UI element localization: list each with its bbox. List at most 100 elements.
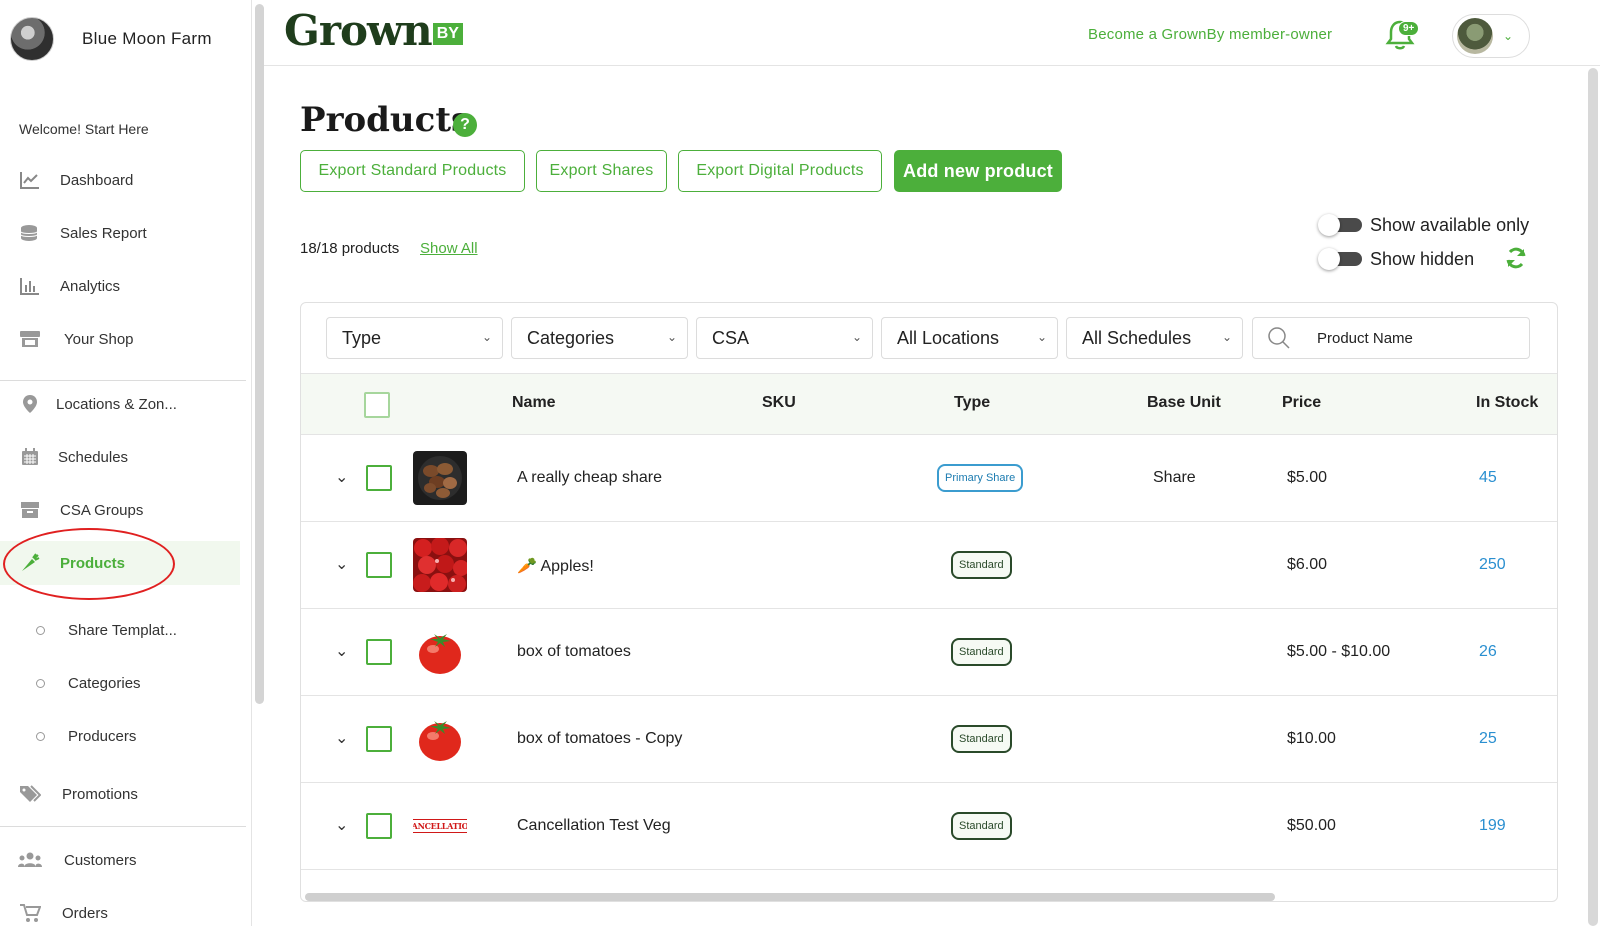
row-checkbox[interactable] (366, 726, 392, 752)
expand-chevron-icon[interactable]: ⌄ (335, 467, 348, 487)
product-image-cancelled-stamp: ANCELLATIO (413, 799, 467, 853)
sidebar-subitem-producers[interactable]: Producers (0, 716, 240, 756)
sidebar-scrollbar[interactable] (255, 4, 264, 704)
product-search[interactable]: Product Name (1252, 317, 1530, 359)
sidebar: Blue Moon Farm Welcome! Start Here Dashb… (0, 0, 252, 926)
in-stock[interactable]: 25 (1479, 730, 1497, 748)
logo-by: BY (432, 23, 463, 45)
expand-chevron-icon[interactable]: ⌄ (335, 641, 348, 661)
sidebar-item-label: Schedules (58, 448, 129, 466)
add-product-button[interactable]: Add new product (894, 150, 1062, 192)
in-stock[interactable]: 250 (1479, 556, 1506, 574)
price: $5.00 (1287, 469, 1328, 486)
sidebar-item-label: Locations & Zon... (56, 395, 177, 413)
in-stock[interactable]: 199 (1479, 817, 1506, 835)
row-checkbox[interactable] (366, 465, 392, 491)
product-name[interactable]: box of tomatoes - Copy (517, 730, 682, 748)
table-row[interactable]: ⌄ box of tomatoes - Copy Standard $10.00… (301, 696, 1557, 783)
select-all-checkbox[interactable] (364, 392, 390, 418)
column-header-in-stock[interactable]: In Stock (1476, 394, 1538, 412)
chevron-down-icon: ⌄ (481, 330, 492, 344)
sidebar-item-orders[interactable]: Orders (0, 891, 240, 926)
in-stock[interactable]: 26 (1479, 643, 1497, 661)
carrot-emoji-icon: 🥕 (517, 558, 537, 575)
row-checkbox[interactable] (366, 639, 392, 665)
notification-badge: 9+ (1398, 21, 1420, 36)
column-header-price[interactable]: Price (1282, 394, 1321, 412)
sidebar-item-csa-groups[interactable]: CSA Groups (0, 488, 240, 532)
categories-filter[interactable]: Categories ⌄ (511, 317, 688, 359)
table-row[interactable]: ⌄ 🥕 Apples! Standard $6.00 250 (301, 522, 1557, 609)
column-header-base-unit[interactable]: Base Unit (1147, 394, 1221, 412)
type-filter[interactable]: Type ⌄ (326, 317, 503, 359)
bullet-icon (36, 678, 45, 688)
sidebar-item-locations[interactable]: Locations & Zon... (0, 382, 240, 426)
sidebar-item-sales-report[interactable]: Sales Report (0, 211, 240, 255)
column-header-sku[interactable]: SKU (762, 394, 796, 412)
table-row[interactable]: ⌄ A really cheap share Primary Share Sha… (301, 435, 1557, 522)
in-stock[interactable]: 45 (1479, 469, 1497, 487)
stamp-text: ANCELLATIO (413, 819, 467, 833)
sidebar-item-promotions[interactable]: Promotions (0, 772, 240, 816)
product-name[interactable]: A really cheap share (517, 469, 662, 487)
bullet-icon (36, 731, 45, 741)
user-menu[interactable]: ⌄ (1452, 14, 1530, 58)
expand-chevron-icon[interactable]: ⌄ (335, 815, 348, 835)
expand-chevron-icon[interactable]: ⌄ (335, 554, 348, 574)
table-row[interactable]: ⌄ box of tomatoes Standard $5.00 - $10.0… (301, 609, 1557, 696)
export-digital-button[interactable]: Export Digital Products (678, 150, 882, 192)
price: $10.00 (1287, 730, 1336, 747)
grownby-logo[interactable]: Grown BY (284, 6, 463, 55)
export-standard-button[interactable]: Export Standard Products (300, 150, 525, 192)
sidebar-item-welcome[interactable]: Welcome! Start Here (19, 121, 149, 137)
horizontal-scrollbar[interactable] (305, 893, 1275, 901)
refresh-icon[interactable] (1504, 246, 1528, 270)
csa-filter[interactable]: CSA ⌄ (696, 317, 873, 359)
search-icon (1267, 326, 1291, 350)
show-all-link[interactable]: Show All (420, 240, 478, 257)
table-row[interactable]: ⌄ ANCELLATIO Cancellation Test Veg Stand… (301, 783, 1557, 870)
expand-chevron-icon[interactable]: ⌄ (335, 728, 348, 748)
sidebar-item-analytics[interactable]: Analytics (0, 264, 240, 308)
type-badge: Standard (951, 551, 1012, 579)
sidebar-item-your-shop[interactable]: Your Shop (0, 317, 240, 361)
chart-line-icon (18, 168, 42, 192)
row-checkbox[interactable] (366, 552, 392, 578)
farm-switcher[interactable]: Blue Moon Farm (10, 16, 245, 62)
show-available-toggle-row[interactable]: Show available only (1318, 212, 1529, 238)
sidebar-item-dashboard[interactable]: Dashboard (0, 158, 240, 202)
search-input[interactable]: Product Name (1317, 330, 1413, 347)
product-name[interactable]: 🥕 Apples! (517, 556, 594, 576)
schedules-filter[interactable]: All Schedules ⌄ (1066, 317, 1243, 359)
sidebar-subitem-share-templates[interactable]: Share Templat... (0, 610, 240, 650)
show-hidden-toggle[interactable] (1318, 248, 1362, 270)
help-icon[interactable]: ? (453, 113, 477, 137)
categories-filter-value: Categories (527, 327, 615, 348)
show-available-toggle[interactable] (1318, 214, 1362, 236)
calendar-icon (18, 445, 42, 469)
row-checkbox[interactable] (366, 813, 392, 839)
farm-name: Blue Moon Farm (82, 29, 212, 48)
export-shares-button[interactable]: Export Shares (536, 150, 667, 192)
show-hidden-toggle-row[interactable]: Show hidden (1318, 246, 1474, 272)
table-header: Name SKU Type Base Unit Price In Stock (301, 373, 1557, 435)
sidebar-item-label: Your Shop (64, 330, 134, 348)
column-header-type[interactable]: Type (954, 394, 990, 412)
avatar (1457, 18, 1493, 54)
sidebar-subitem-label: Share Templat... (68, 621, 177, 639)
coins-icon (18, 221, 42, 245)
sidebar-item-schedules[interactable]: Schedules (0, 435, 240, 479)
main-scrollbar[interactable] (1588, 68, 1598, 926)
product-name[interactable]: box of tomatoes (517, 643, 631, 661)
product-image-apples (413, 538, 467, 592)
sidebar-subitem-categories[interactable]: Categories (0, 663, 240, 703)
sidebar-item-label: CSA Groups (60, 501, 144, 519)
locations-filter[interactable]: All Locations ⌄ (881, 317, 1058, 359)
product-name[interactable]: Cancellation Test Veg (517, 817, 671, 835)
column-header-name[interactable]: Name (512, 394, 556, 412)
type-badge: Primary Share (937, 464, 1024, 492)
become-member-link[interactable]: Become a GrownBy member-owner (1088, 26, 1332, 43)
sidebar-item-customers[interactable]: Customers (0, 838, 240, 882)
show-hidden-label: Show hidden (1370, 248, 1475, 269)
sidebar-item-label: Sales Report (60, 224, 147, 242)
